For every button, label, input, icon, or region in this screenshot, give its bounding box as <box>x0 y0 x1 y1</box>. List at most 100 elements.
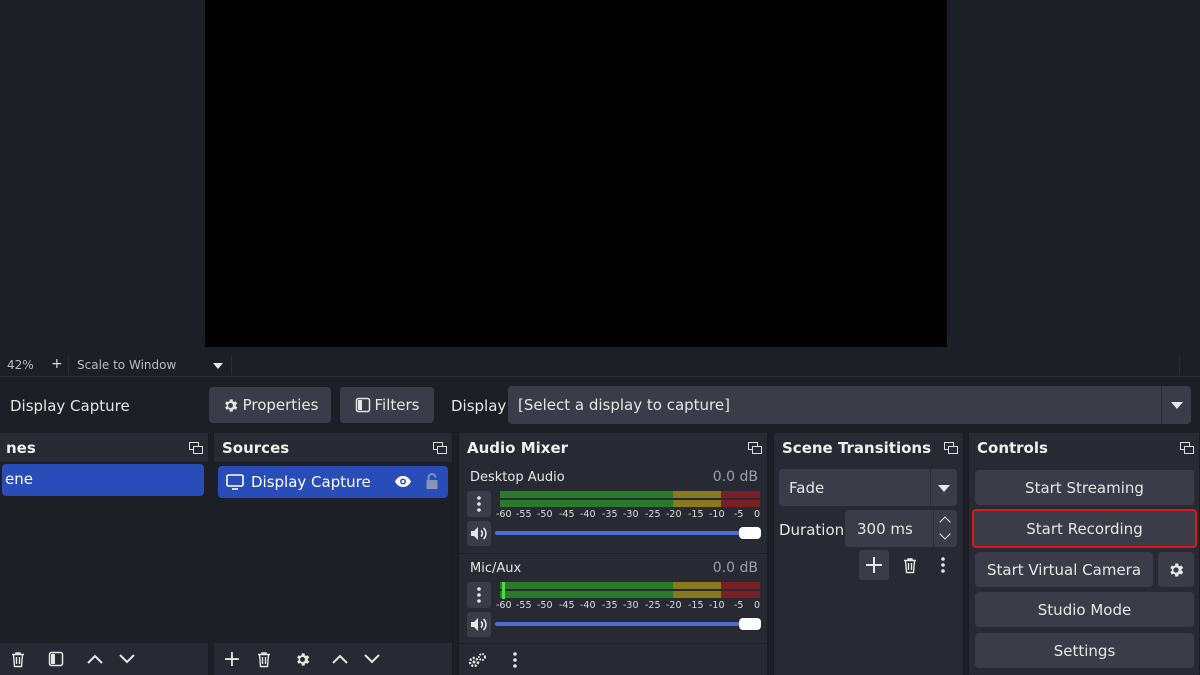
studio-mode-label: Studio Mode <box>1037 600 1132 619</box>
controls-dock: Controls Start Streaming Start Recording… <box>968 433 1200 675</box>
meter-ticks: -60 -55 -50 -45 -40 -35 -30 -25 -20 -15 … <box>496 508 766 522</box>
scenes-dock: nes ene <box>0 433 209 675</box>
tick-label: -5 <box>734 509 744 520</box>
tick-label: -30 <box>623 509 639 520</box>
tick-label: -25 <box>645 509 661 520</box>
channel-db: 0.0 dB <box>712 469 758 485</box>
tick-label: -35 <box>602 600 618 611</box>
chevron-down-icon[interactable] <box>939 528 951 540</box>
display-select-value: [Select a display to capture] <box>518 396 730 414</box>
chevron-up-icon[interactable] <box>330 649 350 669</box>
tick-label: -30 <box>623 600 639 611</box>
mixer-toolbar <box>459 643 767 675</box>
source-item-label: Display Capture <box>251 473 371 491</box>
studio-mode-button[interactable]: Studio Mode <box>975 592 1194 627</box>
monitor-icon <box>226 474 244 490</box>
tick-label: -25 <box>645 600 661 611</box>
tick-label: -45 <box>559 509 575 520</box>
scenes-title: nes <box>6 439 36 457</box>
display-label: Display <box>451 397 507 415</box>
tick-label: -20 <box>666 600 682 611</box>
start-virtual-camera-button[interactable]: Start Virtual Camera <box>975 552 1153 587</box>
undock-icon[interactable] <box>433 442 447 454</box>
tick-label: -40 <box>580 600 596 611</box>
volume-slider[interactable] <box>495 618 761 630</box>
zoom-dropdown-chevron-icon[interactable] <box>205 356 230 375</box>
virtual-camera-settings-button[interactable] <box>1158 552 1194 587</box>
filters-button[interactable]: Filters <box>340 387 434 423</box>
sources-toolbar: + <box>214 643 452 675</box>
gear-icon[interactable] <box>292 649 312 669</box>
undock-icon[interactable] <box>944 442 958 454</box>
transition-type-select[interactable]: Fade <box>779 469 957 506</box>
tick-label: -35 <box>602 509 618 520</box>
preview-area <box>0 0 1200 356</box>
chevron-down-icon[interactable] <box>930 469 957 506</box>
start-streaming-label: Start Streaming <box>1025 478 1144 497</box>
preview-canvas[interactable] <box>205 0 947 347</box>
tick-label: -15 <box>688 600 704 611</box>
scene-item-selected[interactable]: ene <box>2 464 204 496</box>
tick-label: -15 <box>688 509 704 520</box>
chevron-up-icon[interactable] <box>939 516 951 528</box>
mixer-channel-mic-aux: Mic/Aux 0.0 dB -60 -55 -50 -45 -40 -35 -… <box>459 553 767 642</box>
volume-meter <box>500 582 760 599</box>
tick-label: -60 <box>496 509 512 520</box>
advanced-audio-gear-icon[interactable] <box>467 650 487 670</box>
tick-label: 0 <box>754 509 761 520</box>
peak-indicator <box>502 582 505 599</box>
controls-title: Controls <box>977 439 1048 457</box>
chevron-up-icon[interactable] <box>85 649 105 669</box>
chevron-down-icon[interactable] <box>117 649 137 669</box>
volume-slider-handle[interactable] <box>739 527 761 539</box>
volume-slider-handle[interactable] <box>739 618 761 630</box>
add-icon <box>866 557 882 573</box>
sources-list: Display Capture <box>214 462 452 643</box>
kebab-menu-icon[interactable] <box>505 650 525 670</box>
trash-icon[interactable] <box>8 649 28 669</box>
undock-icon[interactable] <box>1180 442 1194 454</box>
volume-slider[interactable] <box>495 527 761 539</box>
zoom-in-button[interactable]: + <box>51 356 63 372</box>
filters-label: Filters <box>374 396 420 414</box>
trash-icon[interactable] <box>900 555 920 575</box>
start-recording-button[interactable]: Start Recording <box>972 509 1197 548</box>
chevron-down-icon[interactable] <box>362 649 382 669</box>
speaker-icon[interactable] <box>467 521 491 546</box>
undock-icon[interactable] <box>748 442 762 454</box>
zoom-scrollbar[interactable] <box>231 356 1180 375</box>
settings-button[interactable]: Settings <box>975 633 1194 668</box>
sources-dock: Sources Display Capture + <box>213 433 453 675</box>
chevron-down-icon[interactable] <box>1161 386 1191 424</box>
add-transition-button[interactable] <box>859 550 889 580</box>
kebab-menu-icon[interactable] <box>467 491 491 517</box>
undock-icon[interactable] <box>189 442 203 454</box>
tick-label: -20 <box>666 509 682 520</box>
trash-icon[interactable] <box>254 649 274 669</box>
start-streaming-button[interactable]: Start Streaming <box>975 470 1194 505</box>
filter-icon[interactable] <box>46 649 66 669</box>
volume-slider-track <box>495 622 745 626</box>
duration-spinbox[interactable]: 300 ms <box>845 510 957 547</box>
zoom-percent: 42% <box>7 358 34 372</box>
zoom-mode-label[interactable]: Scale to Window <box>77 358 176 372</box>
audio-mixer-dock: Audio Mixer Desktop Audio 0.0 dB -60 -55… <box>458 433 768 675</box>
channel-name: Desktop Audio <box>470 470 565 485</box>
source-item-display-capture[interactable]: Display Capture <box>218 466 448 498</box>
meter-ticks: -60 -55 -50 -45 -40 -35 -30 -25 -20 -15 … <box>496 599 766 613</box>
tick-label: -10 <box>709 509 725 520</box>
kebab-menu-icon[interactable] <box>933 555 953 575</box>
zoom-bar: 42% + Scale to Window <box>0 356 1200 375</box>
lock-icon[interactable] <box>425 472 439 490</box>
context-bar: Display Capture Properties Filters Displ… <box>0 376 1200 433</box>
eye-icon[interactable] <box>394 475 412 488</box>
kebab-menu-icon[interactable] <box>467 582 491 608</box>
add-icon[interactable]: + <box>222 647 242 672</box>
channel-name: Mic/Aux <box>470 561 522 576</box>
speaker-icon[interactable] <box>467 612 491 637</box>
tick-label: -40 <box>580 509 596 520</box>
spin-arrows[interactable] <box>933 510 957 547</box>
properties-button[interactable]: Properties <box>209 387 331 423</box>
tick-label: -55 <box>516 509 532 520</box>
display-select[interactable]: [Select a display to capture] <box>508 386 1191 424</box>
